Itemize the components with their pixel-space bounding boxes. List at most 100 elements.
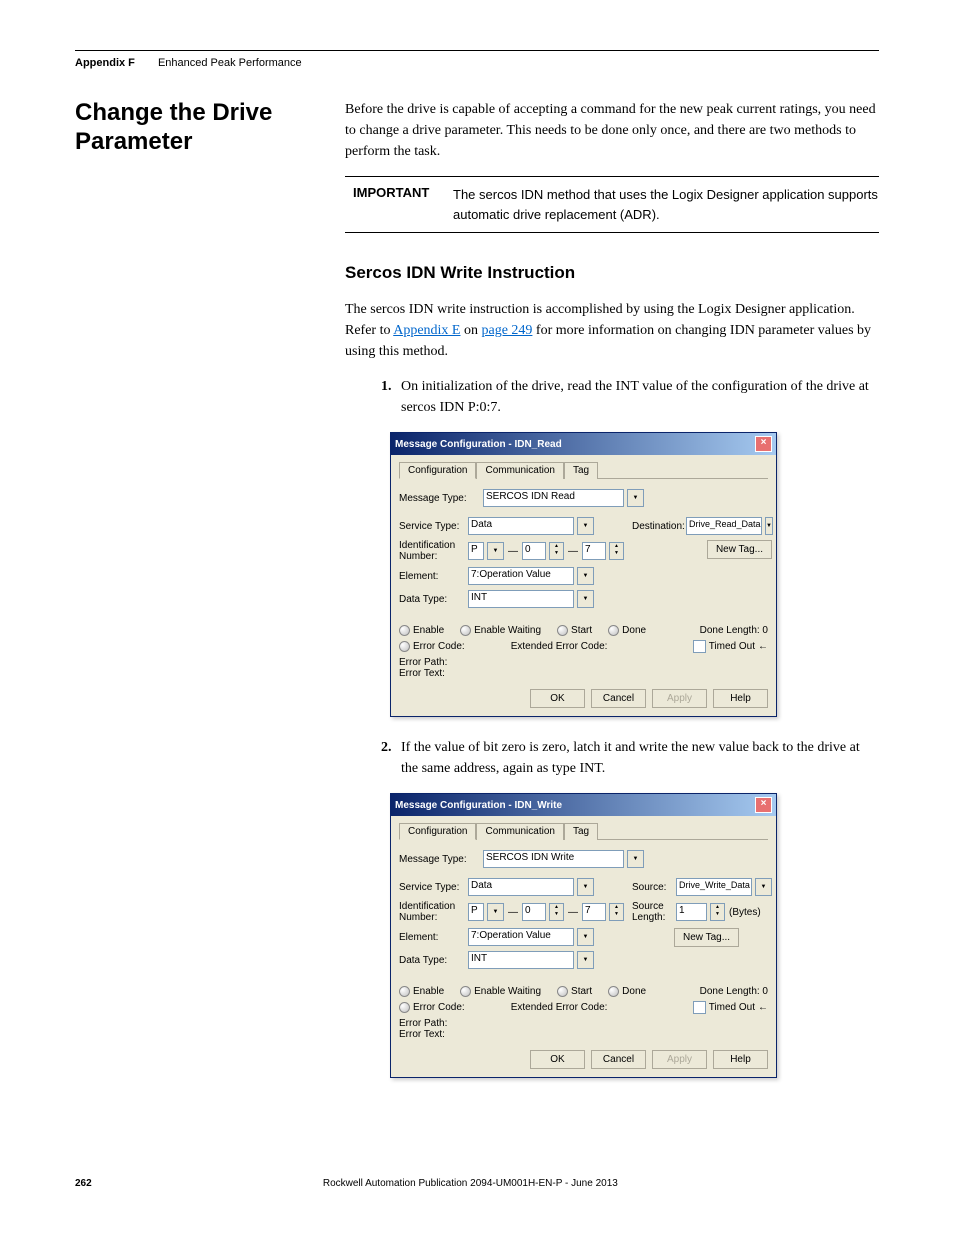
status-icon — [608, 625, 619, 636]
datatype-label: Data Type: — [399, 955, 464, 966]
apply-button[interactable]: Apply — [652, 689, 707, 708]
close-icon[interactable]: × — [755, 797, 772, 813]
spinner-icon[interactable]: ▲▼ — [549, 542, 564, 560]
close-icon[interactable]: × — [755, 436, 772, 452]
spinner-icon[interactable]: ▲▼ — [609, 903, 624, 921]
step-1: On initialization of the drive, read the… — [395, 376, 879, 418]
important-callout: IMPORTANT The sercos IDN method that use… — [345, 176, 879, 233]
chevron-down-icon[interactable]: ▼ — [577, 878, 594, 896]
page-footer: 262 Rockwell Automation Publication 2094… — [75, 1178, 879, 1189]
chevron-down-icon[interactable]: ▼ — [577, 567, 594, 585]
chevron-down-icon[interactable]: ▼ — [755, 878, 772, 896]
new-tag-button[interactable]: New Tag... — [674, 928, 739, 947]
idn-set-input[interactable]: 0 — [522, 542, 546, 560]
destination-dropdown[interactable]: Drive_Read_Data — [686, 517, 762, 535]
status-icon — [460, 625, 471, 636]
element-dropdown[interactable]: 7:Operation Value — [468, 928, 574, 946]
idn-num-input[interactable]: 7 — [582, 542, 606, 560]
dialog-title: Message Configuration - IDN_Write — [395, 800, 562, 811]
subsection-title: Sercos IDN Write Instruction — [345, 263, 879, 283]
timeout-checkbox[interactable] — [693, 1001, 706, 1014]
publication-info: Rockwell Automation Publication 2094-UM0… — [323, 1178, 618, 1189]
tab-configuration[interactable]: Configuration — [399, 823, 476, 840]
appendix-link[interactable]: Appendix E — [393, 323, 460, 338]
datatype-dropdown[interactable]: INT — [468, 590, 574, 608]
tab-tag[interactable]: Tag — [564, 823, 598, 840]
arrow-left-icon: ← — [758, 641, 768, 652]
arrow-left-icon: ← — [758, 1002, 768, 1013]
help-button[interactable]: Help — [713, 689, 768, 708]
idn-label: Identification Number: — [399, 901, 464, 923]
chevron-down-icon[interactable]: ▼ — [487, 542, 504, 560]
chevron-down-icon[interactable]: ▼ — [627, 850, 644, 868]
ok-button[interactable]: OK — [530, 1050, 585, 1069]
titlebar: Message Configuration - IDN_Write × — [391, 794, 776, 816]
spinner-icon[interactable]: ▲▼ — [710, 903, 725, 921]
chevron-down-icon[interactable]: ▼ — [627, 489, 644, 507]
chevron-down-icon[interactable]: ▼ — [487, 903, 504, 921]
page-number: 262 — [75, 1178, 92, 1189]
destination-label: Destination: — [632, 521, 682, 532]
idn-set-input[interactable]: 0 — [522, 903, 546, 921]
source-length-input[interactable]: 1 — [676, 903, 707, 921]
msg-type-dropdown[interactable]: SERCOS IDN Write — [483, 850, 624, 868]
help-button[interactable]: Help — [713, 1050, 768, 1069]
idn-num-input[interactable]: 7 — [582, 903, 606, 921]
dialog-idn-read: Message Configuration - IDN_Read × Confi… — [390, 432, 777, 717]
important-label: IMPORTANT — [345, 185, 453, 224]
cancel-button[interactable]: Cancel — [591, 1050, 646, 1069]
element-dropdown[interactable]: 7:Operation Value — [468, 567, 574, 585]
sub-paragraph: The sercos IDN write instruction is acco… — [345, 299, 879, 362]
status-icon — [399, 986, 410, 997]
new-tag-button[interactable]: New Tag... — [707, 540, 772, 559]
msg-type-label: Message Type: — [399, 854, 479, 865]
tab-strip: Configuration Communication Tag — [399, 822, 768, 840]
element-label: Element: — [399, 932, 464, 943]
dialog-idn-write: Message Configuration - IDN_Write × Conf… — [390, 793, 777, 1078]
page-link[interactable]: page 249 — [481, 323, 532, 338]
tab-tag[interactable]: Tag — [564, 462, 598, 479]
datatype-dropdown[interactable]: INT — [468, 951, 574, 969]
done-length: Done Length: 0 — [700, 986, 768, 997]
status-icon — [557, 625, 568, 636]
page-header: Appendix F Enhanced Peak Performance — [75, 57, 879, 69]
idn-p-input[interactable]: P — [468, 542, 484, 560]
status-icon — [557, 986, 568, 997]
service-type-dropdown[interactable]: Data — [468, 878, 574, 896]
spinner-icon[interactable]: ▲▼ — [549, 903, 564, 921]
status-icon — [399, 641, 410, 652]
tab-communication[interactable]: Communication — [476, 823, 563, 840]
apply-button[interactable]: Apply — [652, 1050, 707, 1069]
section-title: Change the Drive Parameter — [75, 99, 325, 157]
source-length-label: Source Length: — [632, 901, 672, 923]
service-type-dropdown[interactable]: Data — [468, 517, 574, 535]
status-icon — [399, 1002, 410, 1013]
chevron-down-icon[interactable]: ▼ — [577, 951, 594, 969]
chevron-down-icon[interactable]: ▼ — [577, 517, 594, 535]
source-dropdown[interactable]: Drive_Write_Data — [676, 878, 752, 896]
chevron-down-icon[interactable]: ▼ — [577, 590, 594, 608]
idn-label: Identification Number: — [399, 540, 464, 562]
intro-paragraph: Before the drive is capable of accepting… — [345, 99, 879, 162]
msg-type-dropdown[interactable]: SERCOS IDN Read — [483, 489, 624, 507]
chevron-down-icon[interactable]: ▼ — [577, 928, 594, 946]
chevron-down-icon[interactable]: ▼ — [765, 517, 773, 535]
ok-button[interactable]: OK — [530, 689, 585, 708]
timeout-checkbox[interactable] — [693, 640, 706, 653]
cancel-button[interactable]: Cancel — [591, 689, 646, 708]
tab-communication[interactable]: Communication — [476, 462, 563, 479]
status-icon — [460, 986, 471, 997]
spinner-icon[interactable]: ▲▼ — [609, 542, 624, 560]
service-type-label: Service Type: — [399, 882, 464, 893]
dialog-title: Message Configuration - IDN_Read — [395, 439, 562, 450]
important-text: The sercos IDN method that uses the Logi… — [453, 185, 879, 224]
tab-strip: Configuration Communication Tag — [399, 461, 768, 479]
element-label: Element: — [399, 571, 464, 582]
service-type-label: Service Type: — [399, 521, 464, 532]
titlebar: Message Configuration - IDN_Read × — [391, 433, 776, 455]
tab-configuration[interactable]: Configuration — [399, 462, 476, 479]
datatype-label: Data Type: — [399, 594, 464, 605]
source-label: Source: — [632, 882, 672, 893]
idn-p-input[interactable]: P — [468, 903, 484, 921]
status-icon — [608, 986, 619, 997]
